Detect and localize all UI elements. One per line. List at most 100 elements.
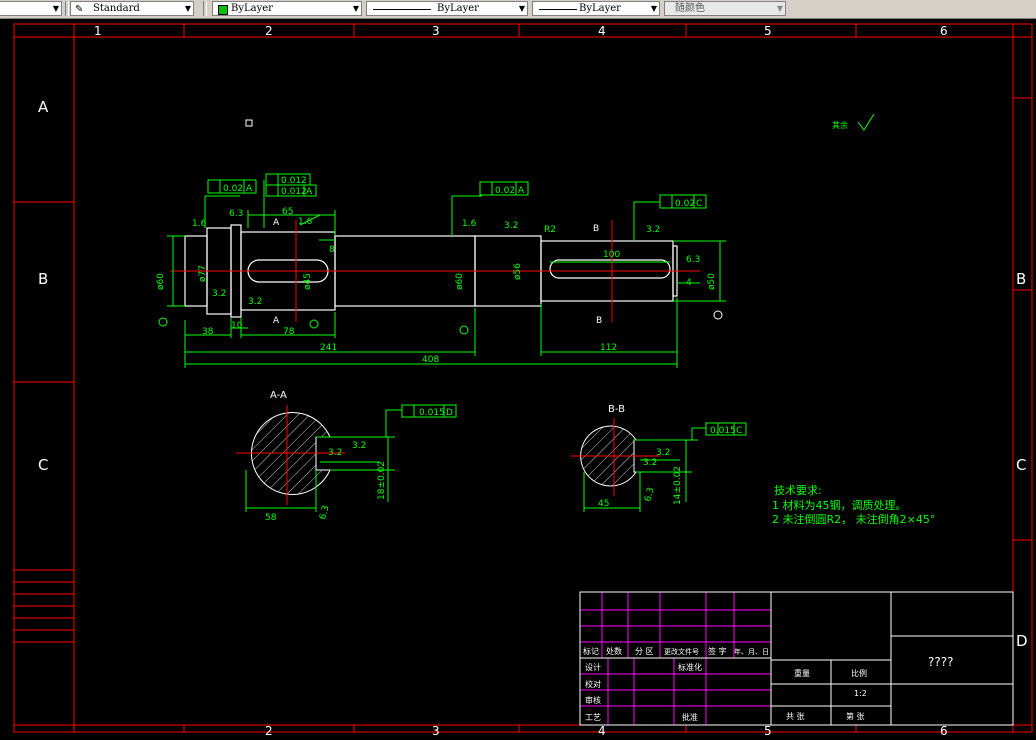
linetype-preview-icon: [373, 9, 431, 10]
general-roughness-label: 其余: [832, 120, 848, 130]
section-a-title: A-A: [270, 390, 287, 401]
section-b-marker-top: B: [593, 224, 599, 234]
linetype-combo[interactable]: ByLayer ▼: [366, 1, 528, 16]
roughness-value: 3.2: [328, 448, 342, 458]
tolerance-value: 0.02: [495, 186, 515, 196]
keyway-depth-dimension: 14±0.02: [673, 466, 683, 505]
section-a-view: A-A 0.015 D 3.2 3.2 6.3 18±0.02 58: [236, 390, 457, 523]
chevron-down-icon: ▼: [52, 4, 59, 13]
approve-label: 批准: [682, 712, 698, 722]
roughness-value: 6.3: [686, 255, 700, 265]
diameter-50: ø50: [707, 273, 717, 290]
lineweight-value: ByLayer: [579, 3, 621, 14]
tolerance-value: 0.015: [710, 426, 736, 436]
header-zone: 分 区: [635, 647, 654, 656]
drawing-canvas[interactable]: 1 2 3 4 5 6 2 3 4 5 6 A B C B C D 其余 0.0…: [0, 18, 1036, 738]
sheet-number-label: 第 张: [846, 711, 865, 721]
toolbar-separator: [65, 1, 69, 16]
process-label: 工艺: [585, 713, 601, 722]
dimension-38: 38: [202, 327, 214, 337]
scale-label: 比例: [851, 668, 867, 678]
tolerance-value: 0.02: [675, 199, 695, 209]
text-style-combo[interactable]: ✎ Standard ▼: [70, 1, 194, 16]
col-label-6: 6: [940, 24, 948, 38]
dimension-65: 65: [282, 207, 293, 217]
chevron-down-icon: ▼: [776, 4, 783, 13]
fillet-radius-label: R2: [544, 225, 556, 235]
datum-ref: A: [518, 186, 525, 196]
roughness-value: 6.3: [643, 486, 656, 502]
review-label: 审核: [585, 695, 601, 705]
dimension-4: 4: [686, 278, 692, 288]
notes-title: 技术要求:: [774, 484, 822, 497]
datum-ref: A: [246, 184, 253, 194]
roughness-value: 6.3: [229, 209, 243, 219]
header-date: 年、月、日: [734, 647, 769, 656]
lineweight-combo[interactable]: ByLayer ▼: [532, 1, 660, 16]
roughness-value: 3.2: [212, 289, 226, 299]
section-b-marker-bottom: B: [596, 316, 602, 326]
general-roughness: 其余: [832, 113, 875, 131]
col-label-1: 1: [94, 24, 102, 38]
section-a-marker-bottom: A: [273, 316, 280, 326]
diameter-77: ø77: [198, 265, 208, 282]
col-label-4-bottom: 4: [598, 724, 606, 736]
section-b-title: B-B: [608, 404, 625, 415]
datum-ref: D: [446, 408, 453, 418]
plot-style-combo[interactable]: 随颜色 ▼: [664, 1, 786, 16]
keyway-width-dimension: 45: [598, 499, 609, 509]
row-label-a: A: [38, 98, 49, 116]
weight-label: 重量: [794, 668, 810, 678]
standardization-label: 标准化: [678, 662, 702, 672]
linetype-value: ByLayer: [437, 3, 479, 14]
diameter-56: ø56: [513, 263, 523, 280]
col-label-5: 5: [764, 24, 772, 38]
col-label-2: 2: [265, 24, 273, 38]
dimension-241: 241: [320, 343, 337, 353]
roughness-value: 3.2: [646, 225, 660, 235]
chevron-down-icon: ▼: [650, 4, 657, 13]
col-label-2-bottom: 2: [265, 724, 273, 736]
col-label-5-bottom: 5: [764, 724, 772, 736]
roughness-value: 3.2: [504, 221, 518, 231]
text-style-value: Standard: [93, 3, 140, 14]
keyway-depth-dimension: 18±0.02: [377, 461, 387, 500]
tolerance-value: 0.012: [281, 176, 307, 186]
col-label-3-bottom: 3: [432, 724, 440, 736]
col-label-4: 4: [598, 24, 606, 38]
section-b-view: B-B 0.015 C 3.2 3.2 6.3 14±0.02 45: [570, 404, 747, 512]
row-label-d-right: D: [1016, 632, 1028, 650]
chevron-down-icon: ▼: [184, 4, 191, 13]
left-partial-combo[interactable]: ▼: [0, 1, 62, 16]
roughness-symbol-icon: [857, 113, 875, 131]
datum-ref: A: [306, 187, 313, 197]
toolbar-separator: [203, 1, 207, 16]
col-label-3: 3: [432, 24, 440, 38]
row-label-b-right: B: [1016, 270, 1026, 288]
dimension-112: 112: [600, 343, 617, 353]
diameter-45: ø45: [303, 273, 313, 290]
tolerance-value: 0.02: [223, 184, 243, 194]
roughness-value: 3.2: [248, 297, 262, 307]
plot-style-value: 随颜色: [675, 3, 705, 14]
keyway-width-dimension: 58: [265, 513, 277, 523]
lineweight-preview-icon: [539, 9, 577, 10]
layer-combo[interactable]: ByLayer ▼: [212, 1, 362, 16]
part-name: ????: [928, 655, 953, 669]
col-label-6-bottom: 6: [940, 724, 948, 736]
notes-line-1: 1 材料为45钢，调质处理。: [772, 498, 907, 512]
main-dimensions: [167, 180, 726, 368]
roughness-value: 1.6: [192, 219, 207, 229]
dimension-100: 100: [603, 250, 620, 260]
properties-toolbar: ▼ ✎ Standard ▼ ByLayer ▼ ByLayer ▼ ByLay…: [0, 0, 1036, 19]
layer-value: ByLayer: [231, 3, 273, 14]
row-label-c-right: C: [1016, 456, 1026, 474]
pickbox-cursor: [245, 119, 253, 127]
row-label-b: B: [38, 270, 48, 288]
roughness-value: 3.2: [656, 448, 670, 458]
datum-ref: C: [736, 426, 742, 436]
scale-value: 1:2: [854, 689, 867, 698]
diameter-60-left: ø60: [156, 273, 166, 290]
dimension-78: 78: [283, 327, 295, 337]
row-label-c: C: [38, 456, 48, 474]
